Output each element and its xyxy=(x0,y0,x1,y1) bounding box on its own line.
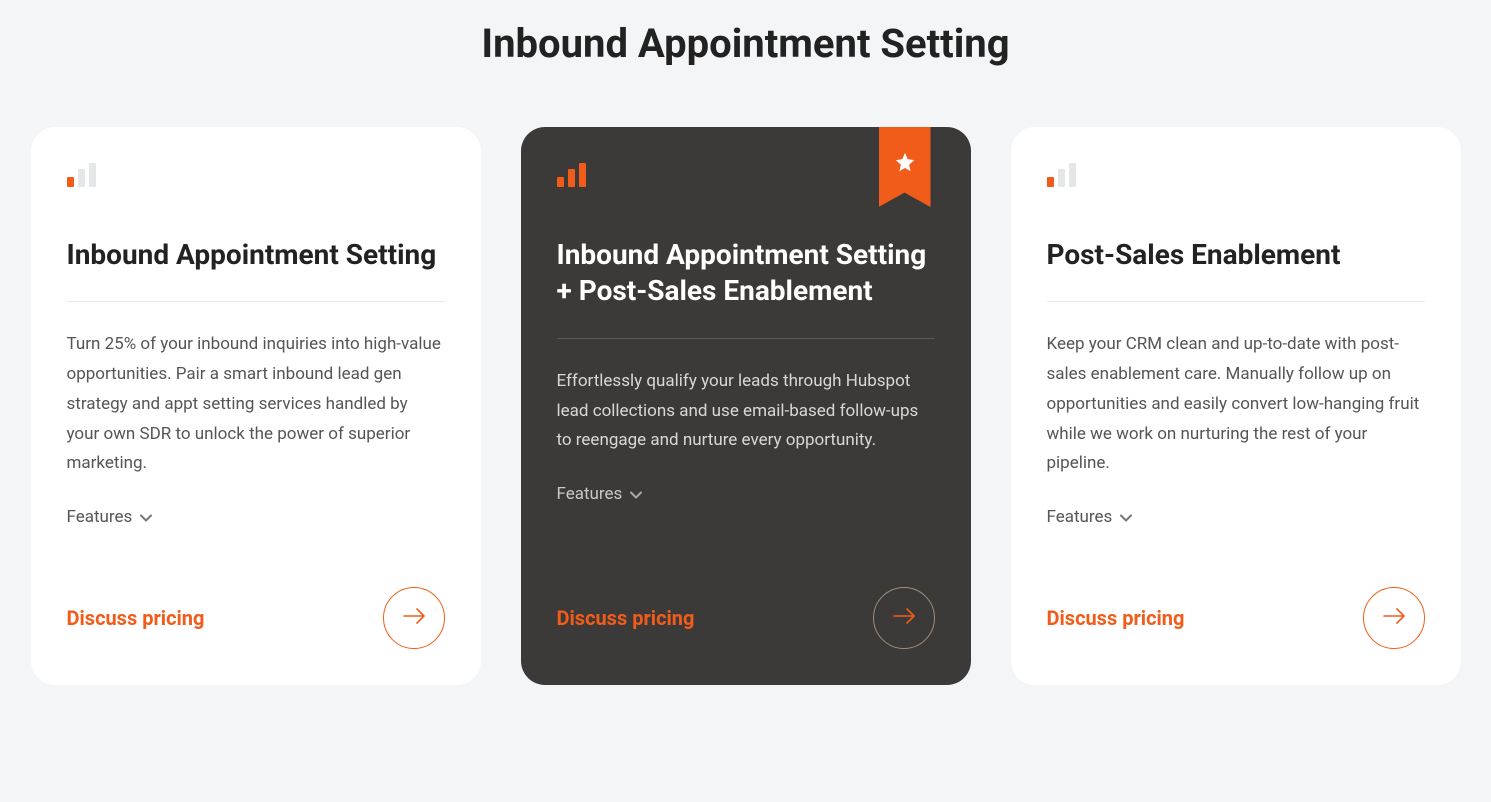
discuss-pricing-link[interactable]: Discuss pricing xyxy=(1047,606,1185,630)
bars-icon xyxy=(67,163,445,187)
pricing-card-combo: Inbound Appointment Setting + Post-Sales… xyxy=(521,127,971,685)
divider xyxy=(1047,301,1425,302)
features-toggle[interactable]: Features xyxy=(557,484,935,504)
card-footer: Discuss pricing xyxy=(1047,587,1425,649)
arrow-right-icon xyxy=(1382,608,1406,628)
features-label: Features xyxy=(557,484,623,504)
features-toggle[interactable]: Features xyxy=(1047,507,1425,527)
card-title: Inbound Appointment Setting xyxy=(67,237,445,273)
card-footer: Discuss pricing xyxy=(67,587,445,649)
card-description: Effortlessly qualify your leads through … xyxy=(557,367,935,456)
featured-ribbon xyxy=(879,127,931,207)
discuss-pricing-link[interactable]: Discuss pricing xyxy=(557,606,695,630)
discuss-pricing-button[interactable] xyxy=(873,587,935,649)
features-label: Features xyxy=(1047,507,1113,527)
page-title: Inbound Appointment Setting xyxy=(30,20,1461,67)
pricing-cards-row: Inbound Appointment Setting Turn 25% of … xyxy=(30,127,1461,685)
chevron-down-icon xyxy=(140,507,152,527)
discuss-pricing-button[interactable] xyxy=(383,587,445,649)
pricing-card-postsales: Post-Sales Enablement Keep your CRM clea… xyxy=(1011,127,1461,685)
bars-icon xyxy=(557,163,935,187)
star-icon xyxy=(894,158,916,177)
divider xyxy=(557,338,935,339)
arrow-right-icon xyxy=(402,608,426,628)
divider xyxy=(67,301,445,302)
discuss-pricing-button[interactable] xyxy=(1363,587,1425,649)
card-title: Inbound Appointment Setting + Post-Sales… xyxy=(557,237,935,310)
features-toggle[interactable]: Features xyxy=(67,507,445,527)
pricing-card-inbound: Inbound Appointment Setting Turn 25% of … xyxy=(31,127,481,685)
card-title: Post-Sales Enablement xyxy=(1047,237,1425,273)
chevron-down-icon xyxy=(1120,507,1132,527)
features-label: Features xyxy=(67,507,133,527)
card-footer: Discuss pricing xyxy=(557,587,935,649)
card-description: Turn 25% of your inbound inquiries into … xyxy=(67,330,445,479)
discuss-pricing-link[interactable]: Discuss pricing xyxy=(67,606,205,630)
arrow-right-icon xyxy=(892,608,916,628)
bars-icon xyxy=(1047,163,1425,187)
chevron-down-icon xyxy=(630,484,642,504)
card-description: Keep your CRM clean and up-to-date with … xyxy=(1047,330,1425,479)
